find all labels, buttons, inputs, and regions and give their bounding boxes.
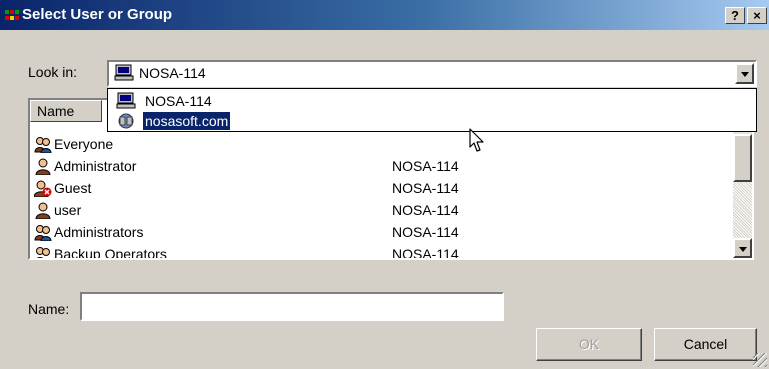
user-icon	[35, 202, 51, 219]
list-item-name: Guest	[54, 180, 92, 196]
scrollbar-track[interactable]	[733, 182, 752, 238]
list-item[interactable]: Backup Operators NOSA-114	[30, 244, 730, 260]
list-item-folder: NOSA-114	[392, 246, 459, 260]
look-in-dropdown-list: NOSA-114 nosasoft.com	[107, 88, 757, 132]
group-icon	[36, 247, 50, 258]
dropdown-item-label: NOSA-114	[145, 93, 212, 109]
select-user-dialog: Select User or Group ? × Look in: NOSA-1…	[0, 0, 769, 369]
cancel-button[interactable]: Cancel	[654, 328, 757, 361]
list-item[interactable]: Everyone	[30, 134, 730, 156]
dialog-title: Select User or Group	[22, 6, 173, 23]
users-app-icon	[5, 10, 19, 20]
chevron-down-icon	[739, 247, 747, 252]
list-item-folder: NOSA-114	[392, 202, 459, 218]
user-icon	[35, 158, 51, 175]
dropdown-item-label: nosasoft.com	[143, 112, 231, 130]
ok-button[interactable]: OK	[536, 328, 642, 361]
list-item[interactable]: Administrator NOSA-114	[30, 156, 730, 178]
list-item[interactable]: user NOSA-114	[30, 200, 730, 222]
list-item[interactable]: Guest NOSA-114	[30, 178, 730, 200]
list-item-name: Everyone	[54, 136, 114, 152]
computer-icon	[116, 92, 136, 109]
list-item-name: Administrator	[54, 158, 137, 174]
scrollbar-thumb[interactable]	[733, 134, 752, 182]
list-item-folder: NOSA-114	[392, 224, 459, 240]
column-header-name[interactable]: Name	[30, 100, 102, 122]
computer-icon	[114, 64, 134, 81]
resize-grip[interactable]	[753, 353, 767, 367]
look-in-dropdown-button[interactable]	[735, 63, 754, 84]
look-in-combobox[interactable]: NOSA-114	[107, 60, 757, 87]
group-icon	[34, 225, 52, 241]
mouse-cursor-icon	[469, 128, 484, 152]
disabled-user-icon	[34, 180, 52, 197]
list-item-name: user	[54, 202, 82, 218]
look-in-value: NOSA-114	[139, 65, 206, 81]
list-item-folder: NOSA-114	[392, 180, 459, 196]
name-label: Name:	[28, 301, 70, 317]
list-item-name: Administrators	[54, 224, 144, 240]
close-button[interactable]: ×	[747, 7, 767, 24]
name-input[interactable]	[80, 292, 504, 321]
group-icon	[34, 137, 52, 153]
help-button[interactable]: ?	[725, 7, 745, 24]
domain-icon	[118, 113, 134, 129]
list-item-name: Backup Operators	[54, 246, 167, 260]
scroll-down-button[interactable]	[733, 238, 752, 258]
look-in-label: Look in:	[28, 64, 78, 80]
chevron-down-icon	[741, 72, 749, 77]
title-bar[interactable]: Select User or Group ? ×	[0, 0, 769, 30]
list-item-folder: NOSA-114	[392, 158, 459, 174]
list-item[interactable]: Administrators NOSA-114	[30, 222, 730, 244]
